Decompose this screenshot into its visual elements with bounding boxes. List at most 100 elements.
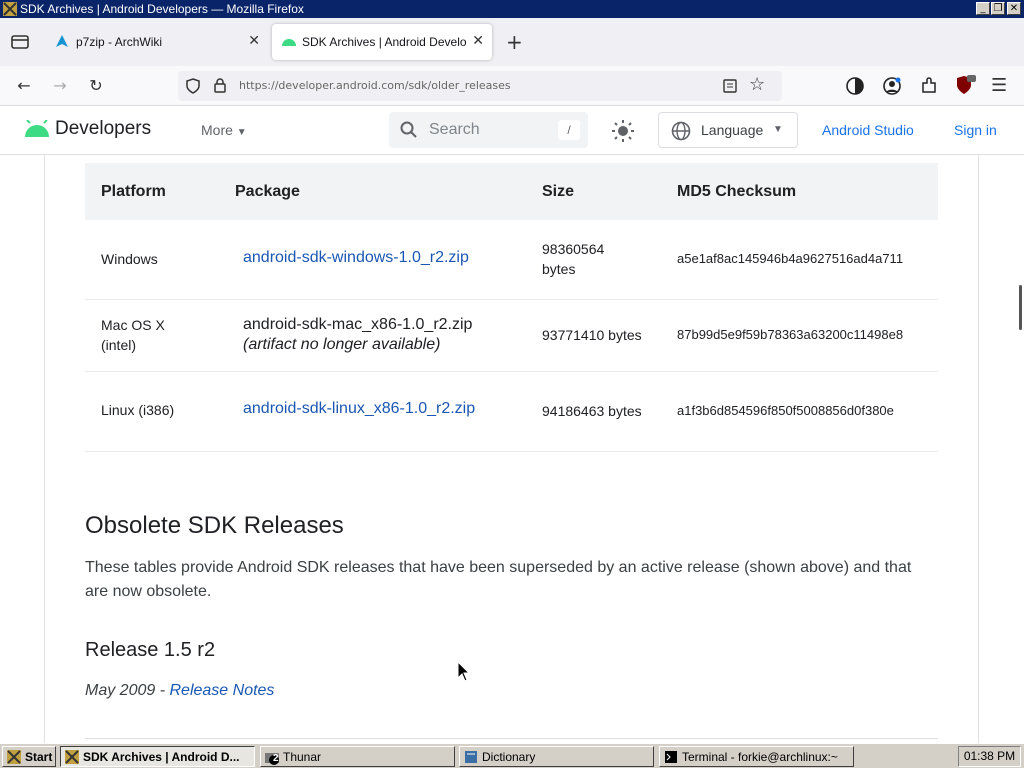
android-icon — [282, 39, 296, 46]
taskbar-item-label: Terminal - forkie@archlinux:~ — [682, 750, 838, 764]
table-row: Windows android-sdk-windows-1.0_r2.zip 9… — [85, 220, 938, 300]
header-platform: Platform — [101, 183, 166, 200]
cell-platform: Mac OS X (intel) — [101, 317, 165, 353]
cell-md5: a5e1af8ac145946b4a9627516ad4a711 — [677, 251, 904, 266]
scrollbar-thumb[interactable] — [1019, 285, 1022, 330]
start-button[interactable]: Start — [2, 746, 56, 767]
firefox-window-icon — [3, 2, 17, 16]
cell-platform: Windows — [101, 251, 158, 267]
page-content: Platform Package Size MD5 Checksum Windo… — [0, 155, 1024, 743]
site-brand[interactable]: Developers — [55, 118, 151, 140]
cell-md5: a1f3b6d854596f850f5008856d0f380e — [677, 403, 894, 418]
firefox-view-icon[interactable] — [11, 34, 29, 50]
more-menu[interactable]: More ▼ — [201, 122, 247, 138]
close-tab-icon[interactable]: ✕ — [248, 33, 260, 49]
dark-reader-icon[interactable] — [846, 77, 864, 95]
minimize-button[interactable]: _ — [976, 2, 990, 15]
menu-icon[interactable]: ☰ — [991, 75, 1007, 96]
android-logo-icon[interactable] — [24, 120, 50, 138]
url-text[interactable]: https://developer.android.com/sdk/older_… — [239, 79, 511, 92]
release-notes-link[interactable]: Release Notes — [169, 682, 274, 699]
content-border-right — [978, 155, 979, 743]
start-icon — [7, 750, 21, 764]
window-title: SDK Archives | Android Developers — Mozi… — [20, 2, 304, 16]
taskbar-item-label: SDK Archives | Android D... — [83, 750, 240, 764]
header-md5: MD5 Checksum — [677, 183, 797, 200]
theme-toggle-icon[interactable] — [611, 119, 635, 143]
window-count-badge: 2 — [273, 753, 279, 764]
tab-strip: p7zip - ArchWiki ✕ SDK Archives | Androi… — [0, 18, 1024, 66]
cell-size: 94186463 bytes — [542, 403, 642, 419]
taskbar: Start SDK Archives | Android D... 2 Thun… — [0, 743, 1024, 768]
search-shortcut-key: / — [558, 120, 580, 140]
mouse-cursor-icon — [457, 661, 471, 682]
dictionary-icon — [465, 751, 477, 763]
tab-sdk-archives[interactable]: SDK Archives | Android Develope ✕ — [272, 24, 492, 60]
cell-platform: Linux (i386) — [101, 402, 175, 418]
table-row: Mac OS X (intel) android-sdk-mac_x86-1.0… — [85, 300, 938, 372]
taskbar-item-thunar[interactable]: 2 Thunar — [260, 746, 455, 767]
taskbar-item-dictionary[interactable]: Dictionary — [459, 746, 654, 767]
tab-archwiki[interactable]: p7zip - ArchWiki ✕ — [46, 24, 268, 60]
cell-md5: 87b99d5e9f59b78363a63200c11498e8 — [677, 327, 904, 342]
package-download-link[interactable]: android-sdk-windows-1.0_r2.zip — [243, 249, 469, 267]
lock-icon[interactable] — [214, 78, 226, 93]
taskbar-item-firefox[interactable]: SDK Archives | Android D... — [60, 746, 255, 767]
package-note: (artifact no longer available) — [243, 336, 441, 353]
search-icon — [400, 121, 417, 138]
globe-icon — [671, 121, 691, 141]
obsolete-releases-heading: Obsolete SDK Releases — [85, 512, 344, 539]
package-name: android-sdk-mac_x86-1.0_r2.zip — [243, 316, 473, 333]
firefox-icon — [65, 750, 79, 764]
shield-icon[interactable] — [186, 78, 200, 94]
reload-button[interactable]: ↻ — [84, 74, 108, 98]
language-label: Language — [701, 122, 764, 138]
header-size: Size — [542, 183, 575, 200]
taskbar-item-terminal[interactable]: Terminal - forkie@archlinux:~ — [659, 746, 854, 767]
tab-label: p7zip - ArchWiki — [76, 35, 163, 49]
taskbar-item-label: Dictionary — [482, 750, 536, 764]
search-placeholder: Search — [429, 121, 480, 138]
sign-in-link[interactable]: Sign in — [954, 122, 997, 138]
release-heading: Release 1.5 r2 — [85, 639, 216, 661]
language-selector[interactable]: Language ▼ — [658, 112, 798, 148]
start-label: Start — [25, 750, 53, 764]
account-icon[interactable] — [883, 77, 901, 95]
tab-label: SDK Archives | Android Develope — [302, 35, 467, 49]
reader-view-icon[interactable] — [723, 79, 737, 93]
more-label: More — [201, 122, 233, 138]
android-studio-link[interactable]: Android Studio — [822, 122, 914, 138]
content-border-left — [44, 155, 45, 743]
extensions-icon[interactable] — [920, 77, 938, 95]
cell-package: android-sdk-mac_x86-1.0_r2.zip (artifact… — [243, 315, 472, 355]
caret-down-icon: ▼ — [773, 124, 783, 135]
caret-down-icon: ▼ — [236, 127, 247, 138]
search-box[interactable]: Search / — [389, 112, 588, 148]
url-bar[interactable]: https://developer.android.com/sdk/older_… — [178, 71, 782, 101]
site-header: Developers More ▼ Search / Language ▼ An… — [0, 106, 1024, 155]
maximize-button[interactable]: ❐ — [991, 2, 1005, 15]
new-tab-button[interactable]: + — [506, 30, 523, 54]
table-row: Linux (i386) android-sdk-linux_x86-1.0_r… — [85, 372, 938, 452]
terminal-icon — [665, 751, 677, 763]
navigation-bar: ← → ↻ https://developer.android.com/sdk/… — [0, 66, 1024, 106]
header-package: Package — [235, 183, 300, 200]
obsolete-releases-description: These tables provide Android SDK release… — [85, 559, 912, 600]
ublock-origin-icon[interactable] — [955, 74, 977, 96]
release-date-line: May 2009 - Release Notes — [85, 682, 274, 700]
cell-size: 93771410 bytes — [542, 327, 642, 343]
release-date: May 2009 - — [85, 682, 170, 699]
taskbar-item-label: Thunar — [283, 750, 322, 764]
back-button[interactable]: ← — [12, 74, 36, 98]
window-titlebar[interactable]: SDK Archives | Android Developers — Mozi… — [0, 0, 1024, 18]
cell-size: 98360564 bytes — [542, 241, 605, 277]
section-divider — [85, 738, 938, 739]
system-clock[interactable]: 01:38 PM — [958, 746, 1021, 767]
table-header: Platform Package Size MD5 Checksum — [85, 163, 938, 220]
bookmark-star-icon[interactable]: ☆ — [749, 74, 765, 95]
archlinux-icon — [56, 35, 68, 47]
close-tab-icon[interactable]: ✕ — [472, 33, 484, 49]
close-window-button[interactable]: ✕ — [1007, 2, 1021, 15]
forward-button[interactable]: → — [48, 74, 72, 98]
package-download-link[interactable]: android-sdk-linux_x86-1.0_r2.zip — [243, 400, 475, 418]
